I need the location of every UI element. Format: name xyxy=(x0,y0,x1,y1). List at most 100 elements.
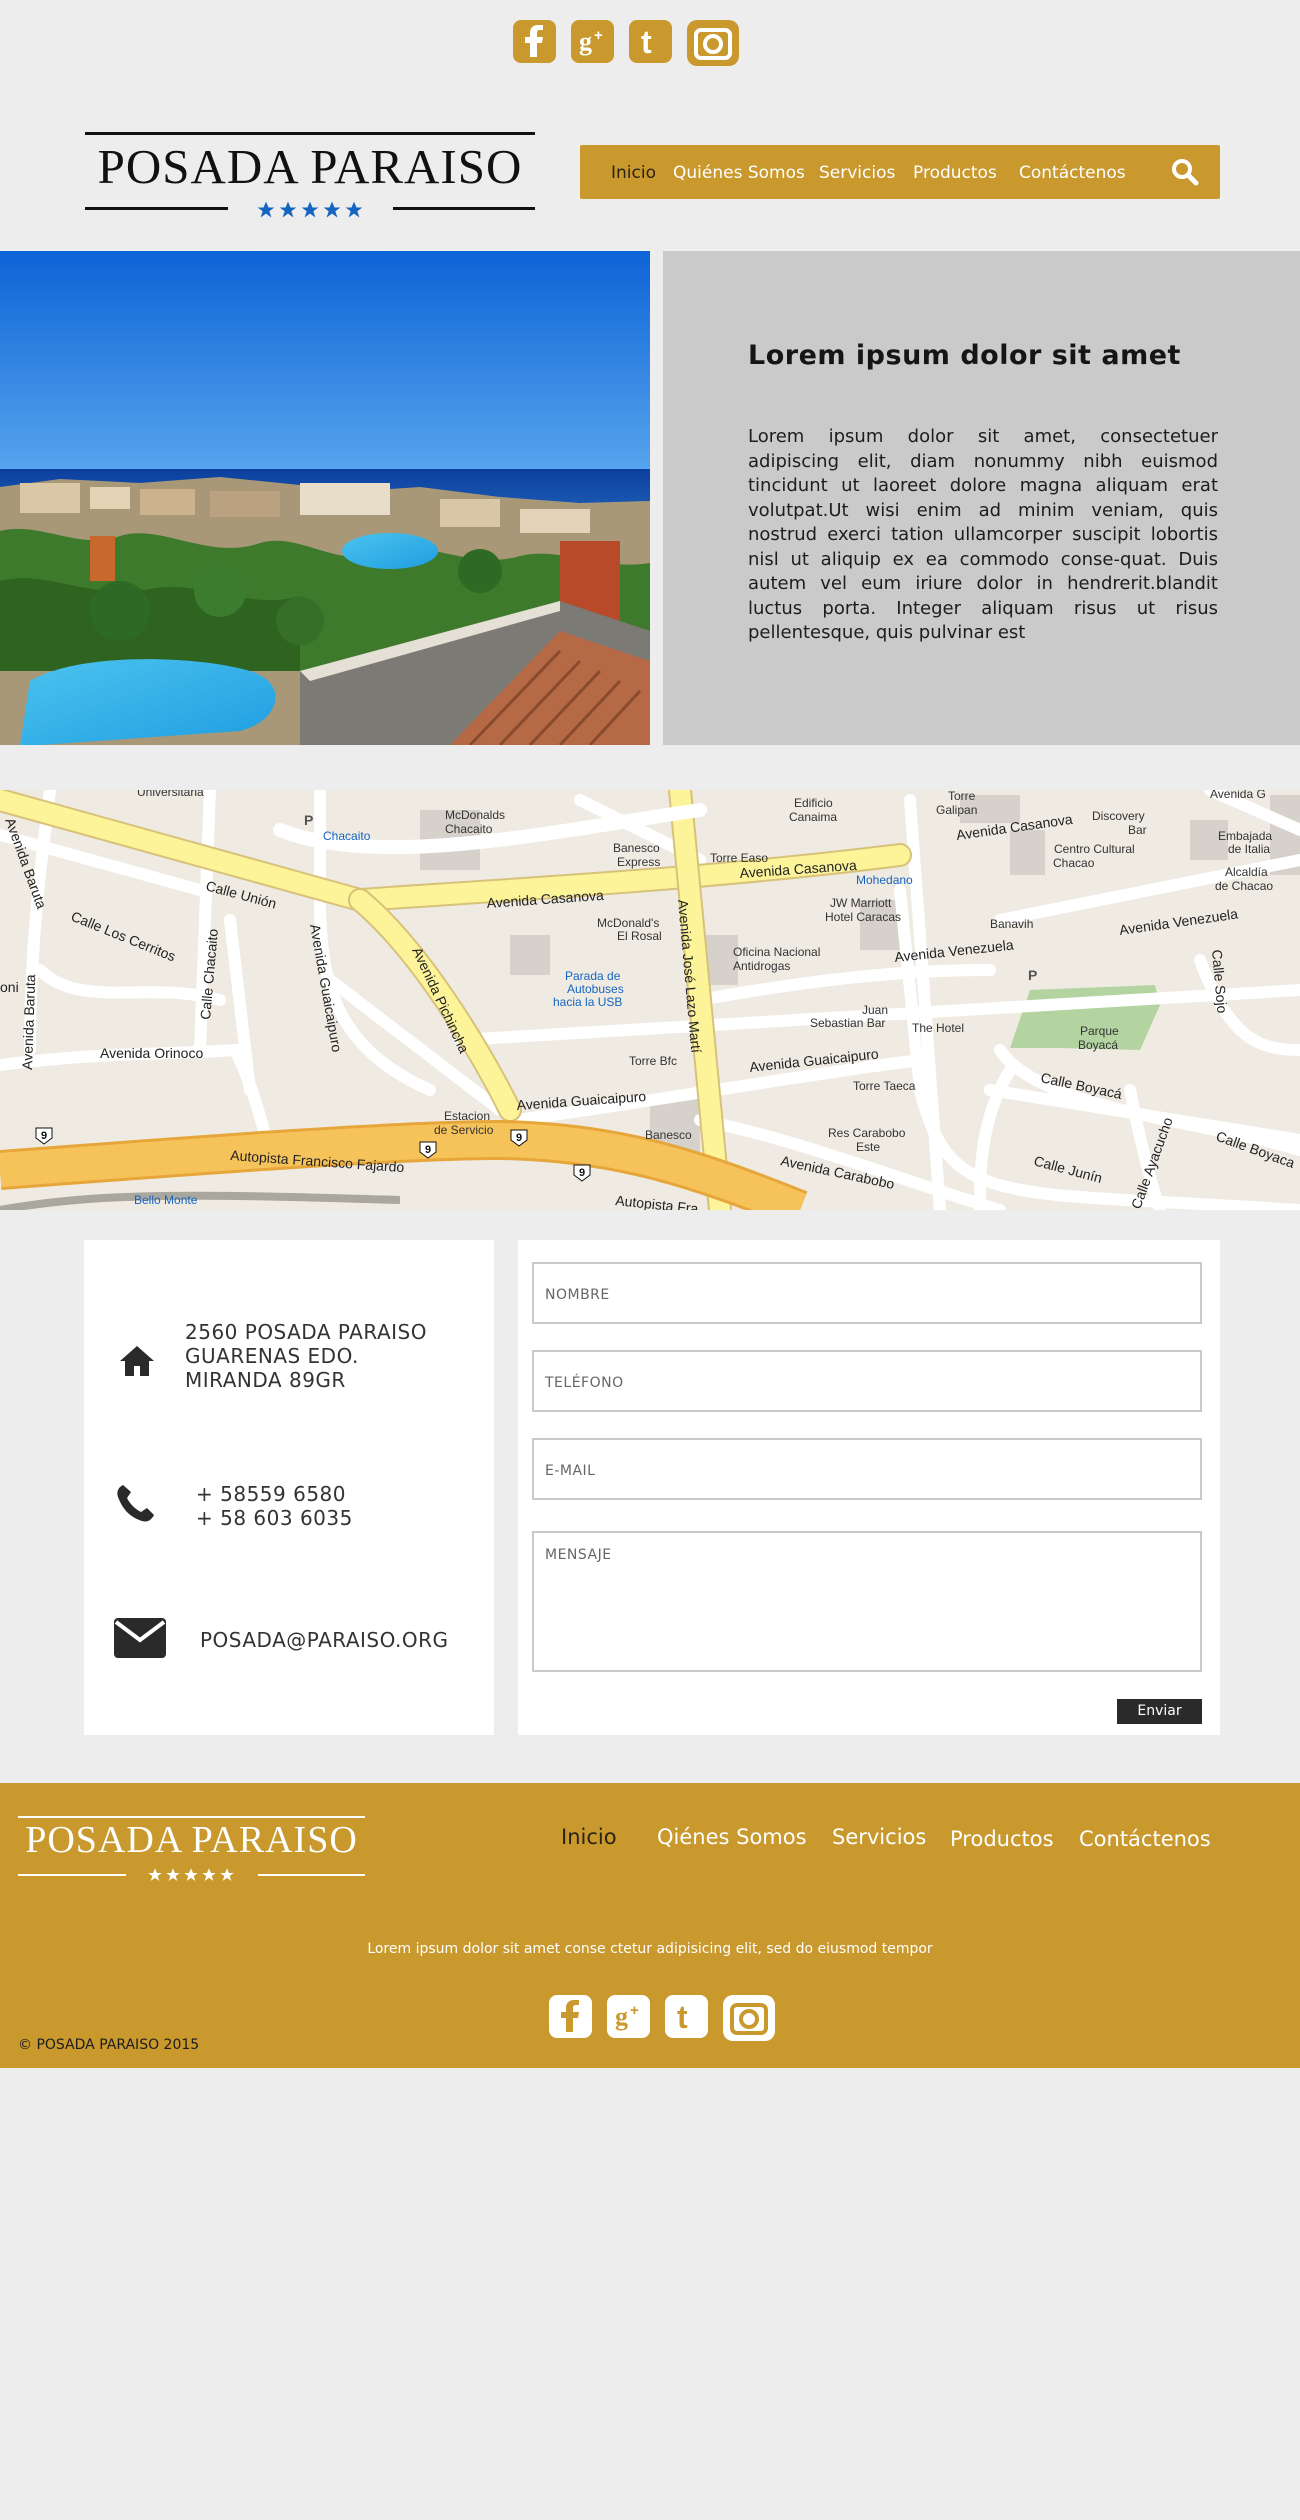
svg-text:de Servicio: de Servicio xyxy=(434,1123,494,1137)
star-icon xyxy=(343,200,365,224)
svg-text:Parque: Parque xyxy=(1080,1024,1119,1038)
svg-text:Juan: Juan xyxy=(862,1003,888,1017)
svg-text:+: + xyxy=(630,2002,639,2019)
address-line-2: GUARENAS EDO. xyxy=(185,1344,359,1368)
tumblr-icon[interactable]: t xyxy=(629,20,672,63)
svg-text:g: g xyxy=(615,2002,628,2031)
phone-field[interactable]: TELÉFONO xyxy=(532,1350,1202,1412)
rating-stars xyxy=(255,200,365,224)
svg-text:hacia la USB: hacia la USB xyxy=(553,995,622,1009)
google-plus-icon[interactable]: g + xyxy=(607,1995,650,2038)
svg-text:Bar: Bar xyxy=(1128,823,1147,837)
svg-text:Autobuses: Autobuses xyxy=(567,982,624,996)
phone-icon xyxy=(114,1482,156,1528)
star-icon xyxy=(299,200,321,224)
svg-text:Avenida Orinoco: Avenida Orinoco xyxy=(100,1045,203,1061)
site-logo[interactable]: POSADA PARAISO xyxy=(85,132,535,222)
svg-text:Chacaito: Chacaito xyxy=(445,822,493,836)
location-map[interactable]: Universitaria Edificio Canaima Torre Galip… xyxy=(0,790,1300,1210)
phone-2[interactable]: + 58 603 6035 xyxy=(196,1506,353,1530)
email-field[interactable]: E-MAIL xyxy=(532,1438,1202,1500)
svg-text:Discovery: Discovery xyxy=(1092,809,1145,823)
svg-text:Este: Este xyxy=(856,1140,880,1154)
svg-text:Edificio: Edificio xyxy=(794,796,833,810)
footer-nav-inicio[interactable]: Inicio xyxy=(561,1825,617,1849)
svg-text:Embajada: Embajada xyxy=(1218,829,1272,843)
search-icon[interactable] xyxy=(1171,158,1199,190)
svg-text:The Hotel: The Hotel xyxy=(912,1021,964,1035)
facebook-icon[interactable] xyxy=(513,20,556,63)
phone-placeholder: TELÉFONO xyxy=(545,1375,624,1391)
footer-nav-servicios[interactable]: Servicios xyxy=(832,1825,926,1849)
svg-text:Chacaito: Chacaito xyxy=(323,829,371,843)
footer-social-icons: g + t xyxy=(549,1995,790,2041)
send-button[interactable]: Enviar xyxy=(1117,1699,1202,1724)
svg-text:Oficina Nacional: Oficina Nacional xyxy=(733,945,820,959)
svg-text:Bello Monte: Bello Monte xyxy=(134,1193,198,1207)
nav-item-contactenos[interactable]: Contáctenos xyxy=(1019,163,1126,183)
svg-text:Universitaria: Universitaria xyxy=(137,790,204,799)
hero-resort-photo xyxy=(0,251,650,745)
nav-item-quienes-somos[interactable]: Quiénes Somos xyxy=(673,163,805,183)
svg-text:Avenida Baruta: Avenida Baruta xyxy=(19,974,38,1070)
footer-nav-productos[interactable]: Productos xyxy=(950,1827,1054,1851)
phone-1[interactable]: + 58559 6580 xyxy=(196,1482,353,1506)
hero-title: Lorem ipsum dolor sit amet xyxy=(748,340,1181,371)
address-line-1: 2560 POSADA PARAISO xyxy=(185,1320,427,1344)
svg-text:McDonald's: McDonald's xyxy=(597,916,659,930)
name-placeholder: NOMBRE xyxy=(545,1287,610,1303)
address: 2560 POSADA PARAISO GUARENAS EDO. MIRAND… xyxy=(185,1320,427,1392)
phone-numbers: + 58559 6580 + 58 603 6035 xyxy=(196,1482,353,1530)
name-field[interactable]: NOMBRE xyxy=(532,1262,1202,1324)
svg-text:g: g xyxy=(579,27,592,56)
svg-text:9: 9 xyxy=(579,1167,585,1179)
email-address[interactable]: POSADA@PARAISO.ORG xyxy=(200,1628,449,1652)
svg-text:Estacion: Estacion xyxy=(444,1109,490,1123)
svg-text:El Rosal: El Rosal xyxy=(617,929,662,943)
camera-icon[interactable] xyxy=(687,20,739,66)
facebook-icon[interactable] xyxy=(549,1995,592,2038)
svg-text:Express: Express xyxy=(617,855,660,869)
tumblr-icon[interactable]: t xyxy=(665,1995,708,2038)
svg-text:Banavih: Banavih xyxy=(990,917,1033,931)
footer-nav-contactenos[interactable]: Contáctenos xyxy=(1079,1827,1211,1851)
nav-item-inicio[interactable]: Inicio xyxy=(611,163,656,183)
svg-text:Torre Bfc: Torre Bfc xyxy=(629,1054,677,1068)
svg-text:Galipan: Galipan xyxy=(936,803,977,817)
nav-item-servicios[interactable]: Servicios xyxy=(819,163,895,183)
contact-info-card: 2560 POSADA PARAISO GUARENAS EDO. MIRAND… xyxy=(84,1240,494,1735)
header-social-icons: g + t xyxy=(513,20,754,66)
svg-text:9: 9 xyxy=(516,1132,522,1144)
site-footer: POSADA PARAISO Inicio Qiénes Somos Servi… xyxy=(0,1783,1300,2068)
svg-text:Boyacá: Boyacá xyxy=(1078,1038,1118,1052)
message-field[interactable]: MENSAJE xyxy=(532,1531,1202,1672)
svg-text:de Chacao: de Chacao xyxy=(1215,879,1273,893)
footer-rating-stars xyxy=(146,1867,236,1887)
svg-text:Torre: Torre xyxy=(948,790,976,803)
svg-text:Banesco: Banesco xyxy=(613,841,660,855)
svg-text:Hotel Caracas: Hotel Caracas xyxy=(825,910,901,924)
svg-text:P: P xyxy=(1028,967,1037,983)
google-plus-icon[interactable]: g + xyxy=(571,20,614,63)
home-icon xyxy=(118,1344,156,1382)
logo-name: POSADA PARAISO xyxy=(97,139,523,194)
svg-text:Avenida G: Avenida G xyxy=(1210,790,1266,801)
star-icon xyxy=(321,200,343,224)
svg-text:9: 9 xyxy=(425,1144,431,1156)
message-placeholder: MENSAJE xyxy=(545,1547,612,1563)
star-icon xyxy=(200,1867,218,1887)
svg-text:Parada de: Parada de xyxy=(565,969,621,983)
camera-icon[interactable] xyxy=(723,1995,775,2041)
contact-form: NOMBRE TELÉFONO E-MAIL MENSAJE Enviar xyxy=(518,1240,1220,1735)
svg-text:Torre Taeca: Torre Taeca xyxy=(853,1079,916,1093)
footer-logo[interactable]: POSADA PARAISO xyxy=(18,1816,365,1886)
star-icon xyxy=(277,200,299,224)
footer-nav-quienes-somos[interactable]: Qiénes Somos xyxy=(657,1825,807,1849)
star-icon xyxy=(164,1867,182,1887)
footer-logo-name: POSADA PARAISO xyxy=(25,1819,358,1861)
svg-text:Res Carabobo: Res Carabobo xyxy=(828,1126,906,1140)
svg-text:Centro Cultural: Centro Cultural xyxy=(1054,842,1135,856)
nav-item-productos[interactable]: Productos xyxy=(913,163,997,183)
svg-text:Chacao: Chacao xyxy=(1053,856,1095,870)
svg-text:Antidrogas: Antidrogas xyxy=(733,959,790,973)
